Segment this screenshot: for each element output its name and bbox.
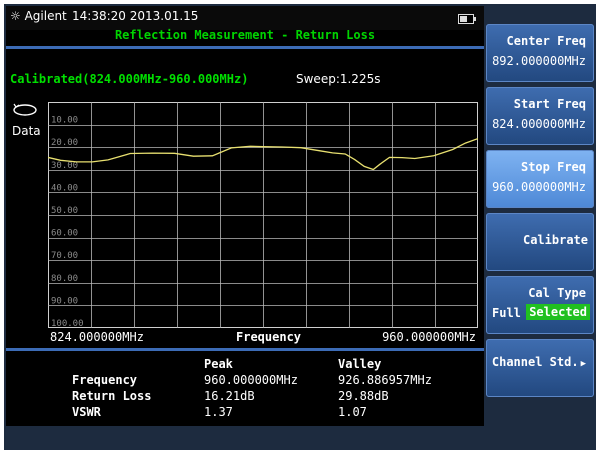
- measurement-title: Reflection Measurement - Return Loss: [114, 28, 376, 42]
- peak-header: Peak: [204, 357, 233, 371]
- datetime: 14:38:20 2013.01.15: [72, 9, 199, 23]
- y-tick-label: 70.00: [51, 251, 78, 261]
- y-tick-label: 100.00: [51, 319, 84, 328]
- top-status-bar: ☼ Agilent 14:38:20 2013.01.15: [6, 6, 484, 30]
- brand-name: Agilent: [24, 9, 67, 23]
- start-freq-softkey[interactable]: Start Freq 824.000000MHz: [486, 87, 594, 145]
- chart-svg: 10.0020.0030.0040.0050.0060.0070.0080.00…: [48, 102, 478, 328]
- row-label-frequency: Frequency: [72, 373, 138, 387]
- x-axis-row: 824.000000MHz Frequency 960.000000MHz: [48, 328, 478, 346]
- valley-header: Valley: [338, 357, 382, 371]
- bottom-strip: [6, 426, 484, 448]
- stop-freq-value: 960.000000MHz: [492, 180, 586, 194]
- results-table: Peak Valley Frequency 960.000000MHz 926.…: [6, 351, 484, 426]
- y-tick-label: 20.00: [51, 138, 78, 148]
- valley-vswr: 1.07: [338, 405, 367, 419]
- row-label-return-loss: Return Loss: [72, 389, 152, 403]
- center-freq-value: 892.000000MHz: [492, 54, 586, 68]
- channel-std-title: Channel Std. ▶: [492, 355, 586, 369]
- sweep-time: Sweep:1.225s: [296, 72, 381, 86]
- valley-frequency: 926.886957MHz: [338, 373, 432, 387]
- calibrate-title: Calibrate: [522, 233, 588, 247]
- peak-vswr: 1.37: [204, 405, 233, 419]
- title-divider: [6, 46, 484, 49]
- peak-return-loss: 16.21dB: [204, 389, 255, 403]
- y-tick-label: 10.00: [51, 116, 78, 126]
- center-freq-softkey[interactable]: Center Freq 892.000000MHz: [486, 24, 594, 82]
- start-freq-title: Start Freq: [513, 97, 586, 111]
- row-label-vswr: VSWR: [72, 405, 101, 419]
- return-loss-chart: 10.00 20.00 30.00 40.00 50.00 60.00 70.00 80.00…: [48, 102, 478, 328]
- cal-type-title: Cal Type: [528, 286, 586, 300]
- battery-level: [460, 16, 467, 22]
- stop-freq-softkey[interactable]: Stop Freq 960.000000MHz: [486, 150, 594, 208]
- x-axis-label: Frequency: [236, 330, 302, 344]
- battery-icon: [458, 14, 476, 24]
- calibration-status: Calibrated(824.000MHz-960.000MHz): [10, 72, 249, 86]
- channel-std-label: Channel Std.: [491, 355, 579, 369]
- x-end-label: 960.000000MHz: [382, 330, 476, 344]
- cal-type-selected-badge: Selected: [526, 304, 590, 320]
- softkey-panel: Center Freq 892.000000MHz Start Freq 824…: [486, 6, 594, 448]
- peak-frequency: 960.000000MHz: [204, 373, 298, 387]
- trace-label: Data: [12, 124, 41, 138]
- brand-logo: ☼ Agilent: [10, 9, 67, 23]
- sweep-cycle-icon: [12, 102, 38, 121]
- y-tick-label: 50.00: [51, 206, 78, 216]
- channel-std-softkey[interactable]: Channel Std. ▶: [486, 339, 594, 397]
- center-freq-title: Center Freq: [506, 34, 586, 48]
- stop-freq-title: Stop Freq: [520, 160, 586, 174]
- y-tick-label: 90.00: [51, 296, 78, 306]
- display-screen: ☼ Agilent 14:38:20 2013.01.15 Reflection…: [6, 6, 484, 448]
- x-start-label: 824.000000MHz: [50, 330, 144, 344]
- valley-return-loss: 29.88dB: [338, 389, 389, 403]
- y-tick-label: 80.00: [51, 274, 78, 284]
- plot-border: [48, 102, 478, 328]
- instrument-frame: ☼ Agilent 14:38:20 2013.01.15 Reflection…: [4, 4, 596, 450]
- y-tick-label: 60.00: [51, 229, 78, 239]
- cal-type-softkey[interactable]: Cal Type Full Selected: [486, 276, 594, 334]
- submenu-arrow-icon: ▶: [580, 359, 586, 369]
- cal-type-option: Full: [492, 306, 521, 320]
- y-tick-label: 40.00: [51, 183, 78, 193]
- calibrate-softkey[interactable]: Calibrate: [486, 213, 594, 271]
- start-freq-value: 824.000000MHz: [492, 117, 586, 131]
